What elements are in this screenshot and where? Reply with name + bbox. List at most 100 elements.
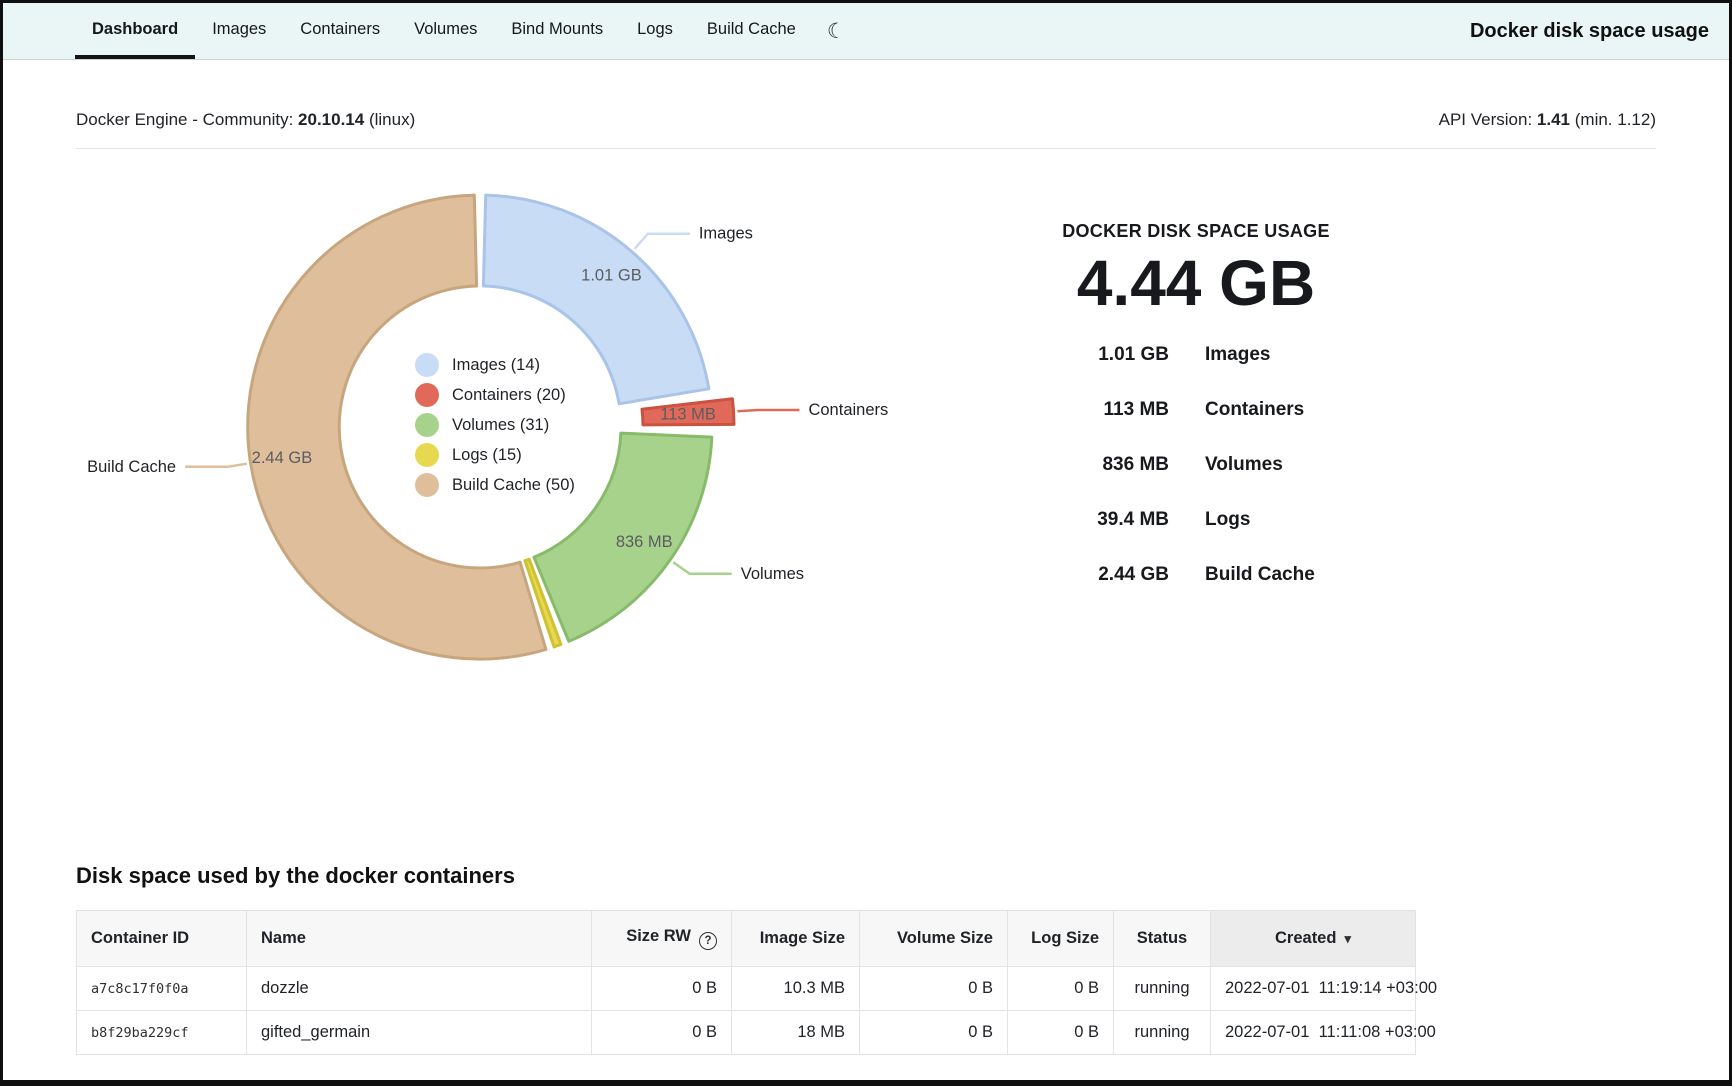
legend-swatch-logs <box>415 443 439 467</box>
legend-swatch-images <box>415 353 439 377</box>
summary-size: 39.4 MB <box>1047 509 1169 531</box>
tab-bind-mounts[interactable]: Bind Mounts <box>494 3 620 59</box>
callout-label-images: Images <box>699 225 753 243</box>
col-volume-size[interactable]: Volume Size <box>860 911 1008 967</box>
summary-size: 836 MB <box>1047 454 1169 476</box>
col-size-rw[interactable]: Size RW? <box>592 911 732 967</box>
container-row: a7c8c17f0f0adozzle0 B10.3 MB0 B0 Brunnin… <box>77 967 1416 1011</box>
dark-mode-toggle[interactable]: ☾ <box>813 3 860 59</box>
legend-swatch-build-cache <box>415 473 439 497</box>
legend-swatch-volumes <box>415 413 439 437</box>
log-size-cell: 0 B <box>1008 1011 1114 1055</box>
created-cell: 2022-07-01 11:11:08 +03:00 <box>1211 1011 1416 1055</box>
legend-item-volumes[interactable]: Volumes (31) <box>415 413 575 437</box>
tab-dashboard[interactable]: Dashboard <box>75 3 195 59</box>
legend-label: Logs (15) <box>452 446 522 465</box>
name-cell: gifted_germain <box>247 1011 592 1055</box>
summary-size: 113 MB <box>1047 399 1169 421</box>
moon-icon: ☾ <box>827 19 846 44</box>
col-size-rw-label: Size RW <box>626 927 691 945</box>
chart-legend: Images (14) Containers (20) Volumes (31) Lo… <box>415 353 575 497</box>
engine-info-row: Docker Engine - Community: 20.10.14 (lin… <box>3 110 1729 130</box>
app-window: DashboardImagesContainersVolumesBind Mou… <box>0 0 1732 1086</box>
summary-total: 4.44 GB <box>1077 248 1315 318</box>
legend-item-containers[interactable]: Containers (20) <box>415 383 575 407</box>
summary-label: Build Cache <box>1205 564 1345 586</box>
disk-usage-section: 1.01 GB Images 113 MB Containers 836 MB Volum… <box>3 175 1729 705</box>
table-header-row: Container ID Name Size RW? Image Size Vo… <box>77 911 1416 967</box>
summary-row-build-cache: 2.44 GB Build Cache <box>1047 564 1345 586</box>
volume-size-cell: 0 B <box>860 1011 1008 1055</box>
size-rw-cell: 0 B <box>592 967 732 1011</box>
summary-label: Logs <box>1205 509 1345 531</box>
donut-chart-area: 1.01 GBImages113 MBContainers836 MBVolum… <box>3 175 883 705</box>
summary-label: Volumes <box>1205 454 1345 476</box>
summary-title: DOCKER DISK SPACE USAGE <box>1062 221 1330 242</box>
col-name[interactable]: Name <box>247 911 592 967</box>
col-log-size[interactable]: Log Size <box>1008 911 1114 967</box>
summary-label: Images <box>1205 344 1345 366</box>
summary-label: Containers <box>1205 399 1345 421</box>
legend-swatch-containers <box>415 383 439 407</box>
col-created[interactable]: Created ▾ <box>1211 911 1416 967</box>
tab-images[interactable]: Images <box>195 3 283 59</box>
slice-size-label-build-cache: 2.44 GB <box>252 449 313 467</box>
volume-size-cell: 0 B <box>860 967 1008 1011</box>
legend-item-build-cache[interactable]: Build Cache (50) <box>415 473 575 497</box>
summary-row-containers: 113 MB Containers <box>1047 399 1345 421</box>
name-cell: dozzle <box>247 967 592 1011</box>
container-id-cell: b8f29ba229cf <box>77 1011 247 1055</box>
callout-line-images <box>635 234 690 249</box>
sort-desc-icon: ▾ <box>1344 931 1351 946</box>
col-status[interactable]: Status <box>1114 911 1211 967</box>
top-nav: DashboardImagesContainersVolumesBind Mou… <box>3 3 1729 60</box>
summary-list: 1.01 GB Images 113 MB Containers 836 MB Volum… <box>1047 344 1345 619</box>
legend-item-logs[interactable]: Logs (15) <box>415 443 575 467</box>
engine-version: 20.10.14 <box>298 110 364 129</box>
legend-label: Volumes (31) <box>452 416 549 435</box>
container-id-cell: a7c8c17f0f0a <box>77 967 247 1011</box>
legend-label: Images (14) <box>452 356 540 375</box>
created-cell: 2022-07-01 11:19:14 +03:00 <box>1211 967 1416 1011</box>
summary-size: 2.44 GB <box>1047 564 1169 586</box>
containers-table: Container ID Name Size RW? Image Size Vo… <box>76 910 1416 1055</box>
col-image-size[interactable]: Image Size <box>732 911 860 967</box>
image-size-cell: 10.3 MB <box>732 967 860 1011</box>
engine-platform: (linux) <box>369 110 415 129</box>
legend-label: Build Cache (50) <box>452 476 575 495</box>
containers-table-heading: Disk space used by the docker containers <box>76 705 1729 889</box>
api-version: 1.41 <box>1537 110 1570 129</box>
tab-volumes[interactable]: Volumes <box>397 3 494 59</box>
status-cell: running <box>1114 1011 1211 1055</box>
size-rw-cell: 0 B <box>592 1011 732 1055</box>
image-size-cell: 18 MB <box>732 1011 860 1055</box>
api-min-version: (min. 1.12) <box>1575 110 1656 129</box>
callout-line-build-cache <box>185 464 247 467</box>
log-size-cell: 0 B <box>1008 967 1114 1011</box>
containers-table-wrap: Container ID Name Size RW? Image Size Vo… <box>76 910 1415 1055</box>
engine-label: Docker Engine - Community: <box>76 110 293 129</box>
summary-row-logs: 39.4 MB Logs <box>1047 509 1345 531</box>
col-container-id[interactable]: Container ID <box>77 911 247 967</box>
help-icon[interactable]: ? <box>699 932 717 950</box>
api-version-text: API Version: 1.41 (min. 1.12) <box>1439 110 1656 130</box>
slice-size-label-volumes: 836 MB <box>616 533 673 551</box>
tab-containers[interactable]: Containers <box>283 3 397 59</box>
summary-size: 1.01 GB <box>1047 344 1169 366</box>
legend-item-images[interactable]: Images (14) <box>415 353 575 377</box>
slice-size-label-containers: 113 MB <box>660 405 716 423</box>
tab-logs[interactable]: Logs <box>620 3 690 59</box>
engine-version-text: Docker Engine - Community: 20.10.14 (lin… <box>76 110 415 130</box>
callout-label-containers: Containers <box>808 401 888 419</box>
tab-build-cache[interactable]: Build Cache <box>690 3 813 59</box>
callout-line-volumes <box>673 562 731 574</box>
slice-size-label-images: 1.01 GB <box>581 267 642 285</box>
callout-label-build-cache: Build Cache <box>87 458 176 476</box>
container-row: b8f29ba229cfgifted_germain0 B18 MB0 B0 B… <box>77 1011 1416 1055</box>
api-label: API Version: <box>1439 110 1533 129</box>
divider <box>76 148 1656 149</box>
usage-summary-panel: DOCKER DISK SPACE USAGE 4.44 GB 1.01 GB I… <box>883 175 1729 705</box>
col-created-label: Created <box>1275 929 1336 947</box>
callout-label-volumes: Volumes <box>741 565 804 583</box>
legend-label: Containers (20) <box>452 386 566 405</box>
